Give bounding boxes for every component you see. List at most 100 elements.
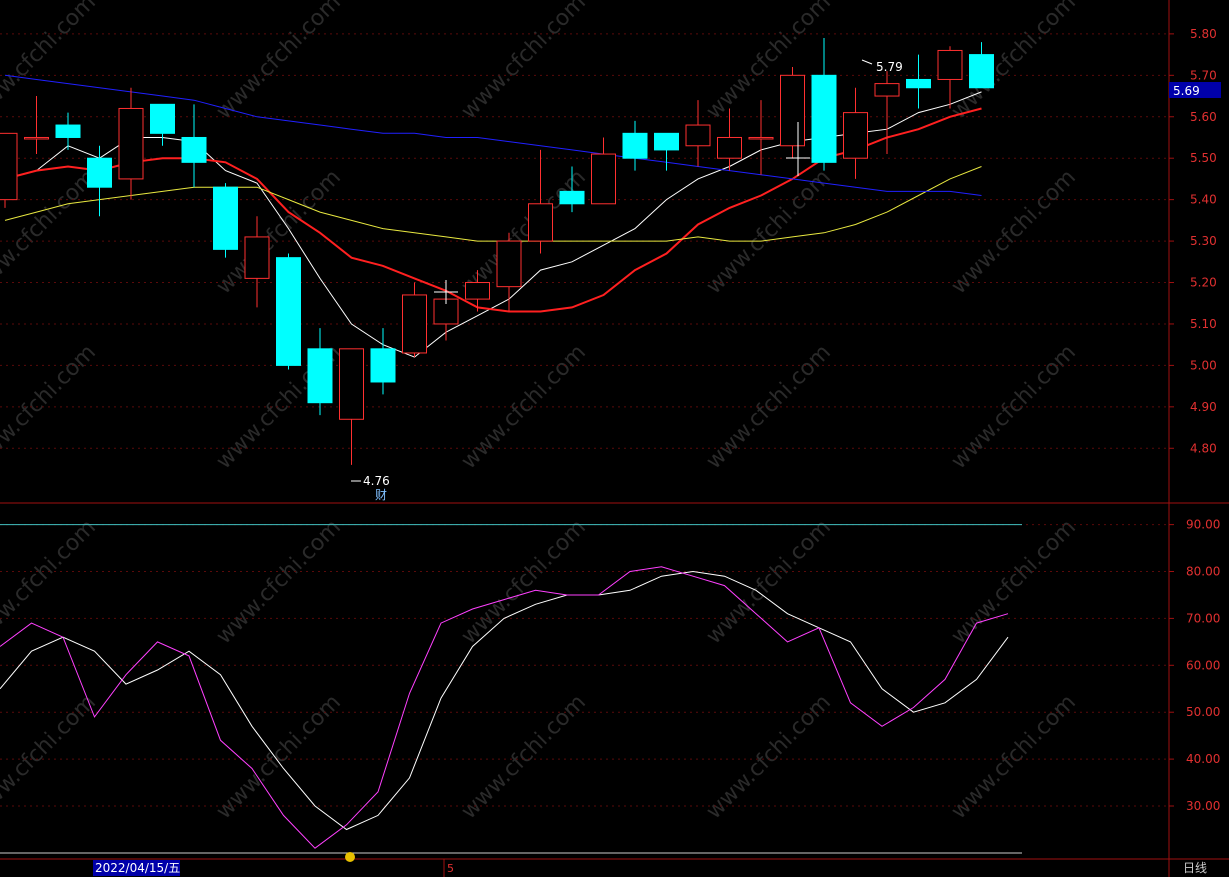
candle [150,103,175,146]
candle-body [87,157,112,188]
period-label[interactable]: 日线 [1183,861,1207,875]
indicator-tick-label: 30.00 [1186,799,1220,813]
indicator-tick-label: 60.00 [1186,658,1220,672]
current-price-tag: 5.69 [1169,82,1221,98]
price-tick-label: 5.30 [1190,234,1217,248]
price-tick-label: 5.00 [1190,358,1217,372]
candle-body [118,107,144,180]
candle-body [717,136,742,159]
candle-body [528,203,553,242]
candle [370,328,396,395]
high-label: 5.79 [876,60,903,74]
candle [339,348,364,465]
candle-body [874,83,900,97]
candle [118,87,144,200]
candle-body [55,124,81,138]
candle-body [811,74,837,163]
candle-body [339,348,364,420]
price-tick-label: 5.50 [1190,151,1217,165]
watermark-text: www.cfchi.com [212,0,346,124]
watermark-text: www.cfchi.com [702,165,836,299]
price-tick-label: 5.20 [1190,276,1217,290]
candle [591,137,616,205]
date-label: 2022/04/15/五 [95,861,180,875]
axis-marker: 5 [447,862,454,875]
candle-body [213,186,238,250]
chart-frame [0,0,1229,877]
watermark-text: www.cfchi.com [457,0,591,124]
price-tick-label: 4.90 [1190,400,1217,414]
candle [622,120,648,171]
price-tick-label: 5.70 [1190,68,1217,82]
candle-body [276,257,301,366]
candle-body [654,132,679,151]
bottom-bar: 2022/04/15/五 5 日线 [93,852,1207,877]
watermark-text: www.cfchi.com [947,515,1081,649]
indicator-tick-label: 50.00 [1186,705,1220,719]
watermark-text: www.cfchi.com [212,690,346,824]
candle-body [0,132,18,201]
candle-body [465,282,490,300]
candle [0,132,18,208]
candle-body [937,49,963,80]
candle-body [559,190,585,205]
watermark-text: www.cfchi.com [212,515,346,649]
candle-body [307,348,333,404]
watermark-text: www.cfchi.com [947,0,1081,124]
candle-body [748,136,774,140]
candle-body [622,132,648,159]
candle [780,67,805,159]
ma20-line [4,166,982,242]
price-tick-label: 5.10 [1190,317,1217,331]
indicator-tick-label: 80.00 [1186,565,1220,579]
event-marker[interactable]: 财 [375,488,387,502]
low-annotation: 4.76 财 [351,474,390,502]
candle [811,38,837,171]
candle [969,42,994,89]
price-tick-label: 5.60 [1190,110,1217,124]
high-annotation: 5.79 [861,59,903,74]
watermark-text: www.cfchi.com [947,690,1081,824]
watermark-text: www.cfchi.com [0,690,101,824]
indicator-tick-label: 40.00 [1186,752,1220,766]
watermark-text: www.cfchi.com [702,690,836,824]
stock-chart: www.cfchi.com www.cfchi.com www.cfchi.com w… [0,0,1229,877]
candle-body [969,54,994,89]
candle-body [685,124,711,147]
candle [55,112,81,150]
candle [654,132,679,171]
candle [24,96,49,155]
smiley-icon[interactable] [345,852,355,862]
candle-body [244,236,270,279]
price-tick-label: 4.80 [1190,441,1217,455]
price-tick-label: 5.40 [1190,193,1217,207]
indicator-axis: 90.00 80.00 70.00 60.00 50.00 40.00 30.00 [1169,518,1220,813]
candle [276,253,301,370]
candle-body [370,348,396,383]
candle-body [843,112,868,159]
candle-body [906,78,931,89]
candle [496,232,522,312]
candle [181,104,207,188]
candle-body [402,294,427,354]
candle [213,183,238,258]
indicator-tick-label: 90.00 [1186,518,1220,532]
candle [748,100,774,175]
watermark-text: www.cfchi.com [457,690,591,824]
price-tick-label: 5.80 [1190,27,1217,41]
watermark-text: www.cfchi.com [457,515,591,649]
candle-body [780,74,805,147]
watermark-text: www.cfchi.com [457,165,591,299]
watermark-text: www.cfchi.com [0,0,101,124]
candle-body [591,153,616,205]
candle-body [150,103,175,134]
watermark-text: www.cfchi.com [947,165,1081,299]
indicator-tick-label: 70.00 [1186,611,1220,625]
low-label: 4.76 [363,474,390,488]
candlestick-series [0,38,994,465]
watermark-text: www.cfchi.com [0,515,101,649]
candle [87,145,112,217]
candle [906,54,931,109]
candle-body [496,240,522,288]
current-price: 5.69 [1173,84,1200,98]
